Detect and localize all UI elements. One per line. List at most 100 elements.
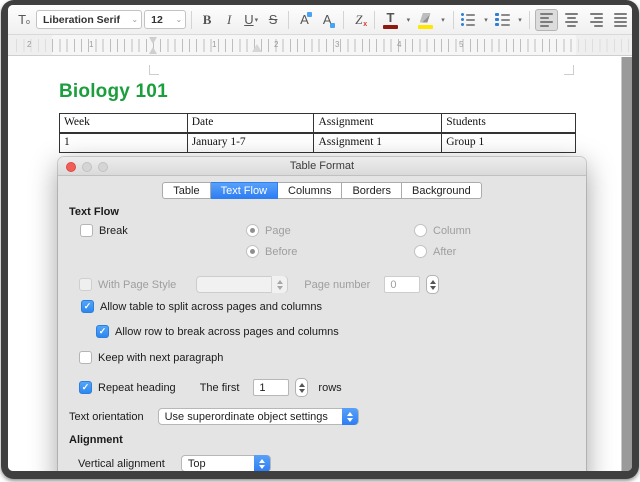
check-icon: ✓ xyxy=(98,326,107,336)
ruler-number: 1 xyxy=(89,40,94,49)
align-left-button[interactable] xyxy=(535,8,559,31)
toolbar-separator xyxy=(288,10,290,29)
italic-button[interactable]: I xyxy=(219,9,239,31)
underline-glyph: U xyxy=(244,12,254,27)
superscript-button[interactable]: A xyxy=(294,9,315,31)
ruler-number: 5 xyxy=(459,40,464,49)
horizontal-ruler[interactable]: 2 1 1 2 3 4 5 xyxy=(8,35,632,56)
allow-row-break-row: ✓ Allow row to break across pages and co… xyxy=(96,325,339,338)
tab-table[interactable]: Table xyxy=(162,182,211,199)
align-left-icon xyxy=(540,12,554,27)
numbered-list-button[interactable] xyxy=(492,9,512,31)
check-icon: ✓ xyxy=(81,382,90,392)
align-right-button[interactable] xyxy=(585,9,608,31)
vertical-alignment-select[interactable]: Top xyxy=(180,455,271,471)
underline-button[interactable]: U ▾ xyxy=(241,9,261,31)
highlight-color-bar xyxy=(417,25,433,29)
font-name-combo[interactable]: Liberation Serif ⌄ xyxy=(36,10,143,29)
writer-window: T o Liberation Serif ⌄ 12 ⌄ B I U ▾ S A A xyxy=(8,5,632,471)
allow-table-split-label: Allow table to split across pages and co… xyxy=(100,300,322,313)
before-radio[interactable] xyxy=(246,245,259,258)
chevron-down-icon[interactable]: ▾ xyxy=(255,16,259,24)
strikethrough-glyph: S xyxy=(268,12,278,27)
stepper-icon xyxy=(253,455,270,471)
font-color-dropdown[interactable]: ▾ xyxy=(403,9,413,31)
table-header-row[interactable]: Week Date Assignment Students xyxy=(59,113,576,134)
clear-formatting-button[interactable]: Z x xyxy=(348,9,369,31)
allow-table-split-row: ✓ Allow table to split across pages and … xyxy=(81,300,322,313)
table-cell[interactable]: Group 1 xyxy=(441,132,576,153)
bullet-list-dropdown[interactable]: ▾ xyxy=(480,9,490,31)
table-header-cell[interactable]: Assignment xyxy=(313,113,443,134)
tab-borders[interactable]: Borders xyxy=(342,182,402,199)
ruler-number: 4 xyxy=(397,40,402,49)
break-checkbox[interactable] xyxy=(80,224,93,237)
page-radio[interactable] xyxy=(246,224,259,237)
table-cell[interactable]: Assignment 1 xyxy=(313,132,443,153)
before-label: Before xyxy=(265,245,298,258)
text-orientation-label: Text orientation xyxy=(69,410,144,423)
font-size-combo[interactable]: 12 ⌄ xyxy=(144,10,187,29)
text-boundary-corner xyxy=(149,65,159,75)
repeat-heading-checkbox[interactable]: ✓ xyxy=(79,381,92,394)
font-color-button[interactable]: T xyxy=(380,9,401,31)
indent-marker[interactable] xyxy=(149,37,158,54)
with-page-style-label: With Page Style xyxy=(98,278,177,291)
tab-stop-marker[interactable] xyxy=(252,44,262,52)
superscript-mark xyxy=(306,11,312,17)
numbered-list-icon xyxy=(494,13,510,26)
vertical-alignment-row: Vertical alignment Top xyxy=(78,455,271,471)
allow-table-split-checkbox[interactable]: ✓ xyxy=(81,300,94,313)
dialog-titlebar[interactable]: Table Format xyxy=(58,157,586,176)
character-style-glyph: T xyxy=(18,12,27,27)
align-right-icon xyxy=(589,12,603,27)
stepper-icon xyxy=(341,408,358,425)
bold-button[interactable]: B xyxy=(197,9,217,31)
document-heading[interactable]: Biology 101 xyxy=(59,81,168,103)
keep-with-next-checkbox[interactable] xyxy=(79,351,92,364)
check-icon: ✓ xyxy=(83,301,92,311)
close-icon[interactable] xyxy=(66,161,76,172)
font-color-glyph: T xyxy=(386,10,395,25)
column-radio[interactable] xyxy=(414,224,427,237)
column-label: Column xyxy=(433,224,471,237)
table-header-cell[interactable]: Students xyxy=(441,113,576,134)
vertical-alignment-value: Top xyxy=(187,457,206,470)
alignment-section-label: Alignment xyxy=(69,434,123,446)
minimize-icon[interactable] xyxy=(82,161,92,172)
strikethrough-button[interactable]: S xyxy=(263,9,283,31)
repeat-rows-input[interactable]: 1 xyxy=(253,379,290,396)
table-header-cell[interactable]: Week xyxy=(59,113,188,134)
subscript-button[interactable]: A xyxy=(317,9,338,31)
with-page-style-checkbox[interactable] xyxy=(79,278,92,291)
tab-text-flow[interactable]: Text Flow xyxy=(210,182,279,199)
table-row[interactable]: 1 January 1-7 Assignment 1 Group 1 xyxy=(59,132,576,153)
highlight-color-dropdown[interactable]: ▾ xyxy=(438,9,448,31)
table-header-cell[interactable]: Date xyxy=(186,113,315,134)
zoom-icon[interactable] xyxy=(98,161,108,172)
tab-columns[interactable]: Columns xyxy=(278,182,343,199)
bullet-list-button[interactable] xyxy=(458,9,478,31)
highlight-color-button[interactable] xyxy=(415,9,436,31)
page-number-stepper[interactable] xyxy=(426,275,440,294)
page-number-input[interactable]: 0 xyxy=(384,276,421,293)
tab-background[interactable]: Background xyxy=(401,182,482,199)
align-center-button[interactable] xyxy=(560,9,583,31)
align-justify-button[interactable] xyxy=(609,9,632,31)
numbered-list-dropdown[interactable]: ▾ xyxy=(514,9,524,31)
text-orientation-select[interactable]: Use superordinate object settings xyxy=(157,408,359,425)
table-cell[interactable]: January 1-7 xyxy=(186,132,315,153)
document-table[interactable]: Week Date Assignment Students 1 January … xyxy=(59,113,576,153)
repeat-rows-stepper[interactable] xyxy=(295,378,309,397)
allow-row-break-checkbox[interactable]: ✓ xyxy=(96,325,109,338)
keep-with-next-label: Keep with next paragraph xyxy=(98,351,224,364)
page-radio-row: Page xyxy=(246,224,291,237)
dialog-title: Table Format xyxy=(289,160,355,172)
table-cell[interactable]: 1 xyxy=(59,132,188,153)
dialog-body: Text Flow Break Page Column Before After… xyxy=(58,199,586,471)
page-style-select[interactable] xyxy=(196,276,289,293)
after-radio[interactable] xyxy=(414,245,427,258)
traffic-lights xyxy=(66,161,108,172)
character-style-icon[interactable]: T o xyxy=(14,9,34,31)
font-color-bar xyxy=(383,25,398,29)
